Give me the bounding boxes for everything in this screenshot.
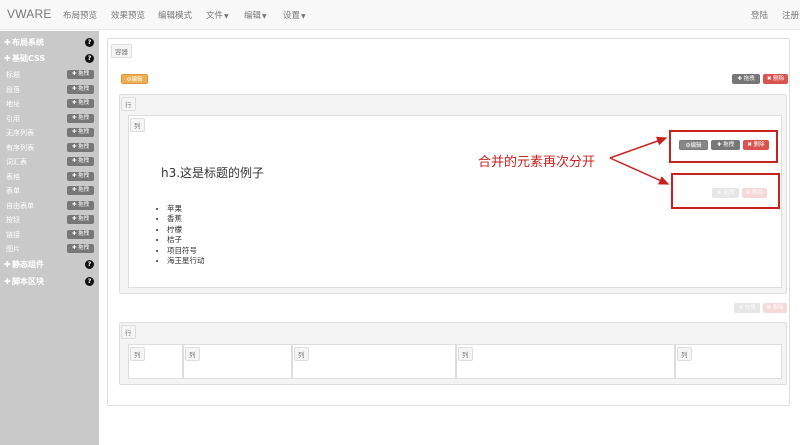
arrow-to-lower-box xyxy=(609,157,670,185)
annotation-arrows xyxy=(609,136,670,185)
arrow-to-upper-box xyxy=(609,136,668,159)
